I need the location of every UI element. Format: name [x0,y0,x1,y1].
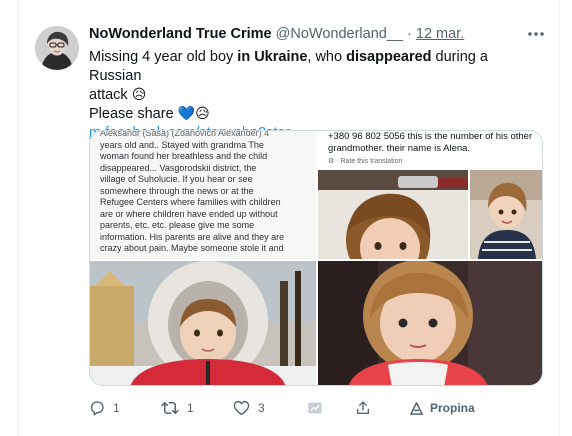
contact-note: +380 96 802 5056 this is the number of h… [328,131,533,154]
translate-label: Propina [430,401,475,415]
sad-face-emoji: 😥 [195,106,210,122]
tweet-date[interactable]: 12 mar. [416,26,464,42]
tweet-text-line-1: Missing 4 year old boy in Ukraine, who d… [89,49,488,84]
tweet-text-line-3: Please share 💙😥 [89,106,210,122]
media-facebook-screenshot[interactable]: Aleksandr (Sasa) (Zdanovich Alexander) 4… [90,131,316,259]
child-photo-closeup [318,170,468,259]
reply-button[interactable]: 1 [89,398,120,418]
screenshot-text: Aleksandr (Sasa) (Zdanovich Alexander) 4… [90,131,316,259]
more-dots-icon[interactable] [524,25,548,45]
like-button[interactable]: 3 [233,398,265,418]
separator-dot: · [407,26,412,42]
sad-face-emoji: 😥 [131,87,147,103]
rate-translation: ⚙ · Rate this translation [328,158,403,165]
tweet-text-line-2: attack 😥 [89,87,147,103]
translate-button[interactable]: Propina [409,398,475,418]
heart-icon [233,400,250,416]
share-icon [357,401,369,414]
column-border-right [559,0,560,436]
reply-count: 1 [113,401,120,415]
share-button[interactable] [355,398,371,418]
tweet-card[interactable]: NoWonderland True Crime @NoWonderland__ … [19,0,559,436]
media-child-winter-photo[interactable] [90,261,316,385]
retweet-icon [161,402,179,414]
child-photo-sweater [470,170,542,259]
translate-icon [410,401,423,415]
author-name[interactable]: NoWonderland True Crime [89,26,272,42]
tweet-header: NoWonderland True Crime @NoWonderland__ … [89,26,539,46]
media-grid[interactable]: Aleksandr (Sasa) (Zdanovich Alexander) 4… [89,130,543,386]
reply-icon [91,401,104,416]
avatar[interactable] [35,26,79,70]
analytics-icon [308,402,322,414]
media-contact-photos[interactable]: +380 96 802 5056 this is the number of h… [318,131,542,259]
tweet-actions: 1 1 3 Propina [89,398,529,418]
retweet-count: 1 [187,401,194,415]
analytics-button[interactable] [307,398,323,418]
like-count: 3 [258,401,265,415]
media-child-red-shirt-photo[interactable] [318,261,542,385]
tweet-text: Missing 4 year old boy in Ukraine, who d… [89,48,529,143]
retweet-button[interactable]: 1 [161,398,194,418]
author-handle[interactable]: @NoWonderland__ [276,26,403,42]
blue-heart-emoji: 💙 [177,106,196,122]
